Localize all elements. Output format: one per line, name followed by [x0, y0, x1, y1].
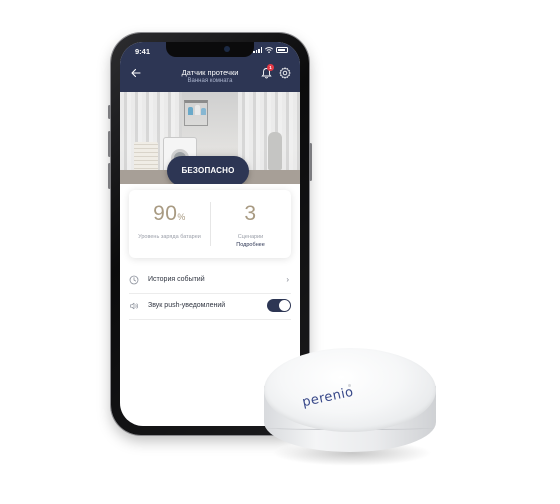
safety-status-badge: БЕЗОПАСНО: [167, 156, 249, 184]
event-history-label: История событий: [148, 276, 205, 283]
wifi-icon: [265, 47, 273, 53]
speaker-icon: [130, 302, 139, 310]
status-time: 9:41: [135, 47, 151, 56]
battery-label: Уровень заряда батареи: [138, 234, 201, 240]
event-history-row[interactable]: История событий ›: [129, 271, 291, 291]
chevron-right-icon: ›: [286, 275, 289, 284]
battery-icon: [276, 47, 288, 53]
push-sound-toggle[interactable]: [267, 299, 291, 312]
room-photo: БЕЗОПАСНО: [120, 92, 300, 184]
page-subtitle: Ванная комната: [187, 78, 233, 84]
push-sound-row: Звук push-уведомлений: [129, 297, 291, 317]
clock-icon: [129, 275, 139, 285]
leak-sensor-device: perenio: [262, 348, 438, 466]
shelf: [184, 100, 208, 126]
battery-stat: 90% Уровень заряда батареи: [129, 190, 210, 258]
side-button: [309, 143, 312, 181]
battery-unit: %: [177, 212, 186, 222]
volume-down-button: [108, 163, 111, 189]
vase: [268, 132, 282, 170]
phone-notch: [166, 42, 254, 57]
push-sound-label: Звук push-уведомлений: [148, 302, 226, 309]
row-divider: [129, 293, 291, 294]
row-divider: [129, 319, 291, 320]
toggle-knob: [279, 300, 290, 311]
gear-icon[interactable]: [279, 67, 291, 79]
scenarios-label: Сценарии: [237, 234, 264, 240]
stats-card: 90% Уровень заряда батареи 3 Сценарии По…: [129, 190, 291, 258]
status-icons: [253, 47, 288, 53]
scenarios-stat[interactable]: 3 Сценарии Подробнее: [210, 190, 291, 258]
scenarios-details-link[interactable]: Подробнее: [210, 242, 291, 248]
signal-icon: [253, 47, 262, 53]
battery-value: 90%: [153, 202, 186, 225]
mute-switch: [108, 105, 111, 119]
notification-badge: 1: [267, 64, 274, 71]
scenarios-value: 3: [244, 202, 257, 225]
volume-up-button: [108, 131, 111, 157]
